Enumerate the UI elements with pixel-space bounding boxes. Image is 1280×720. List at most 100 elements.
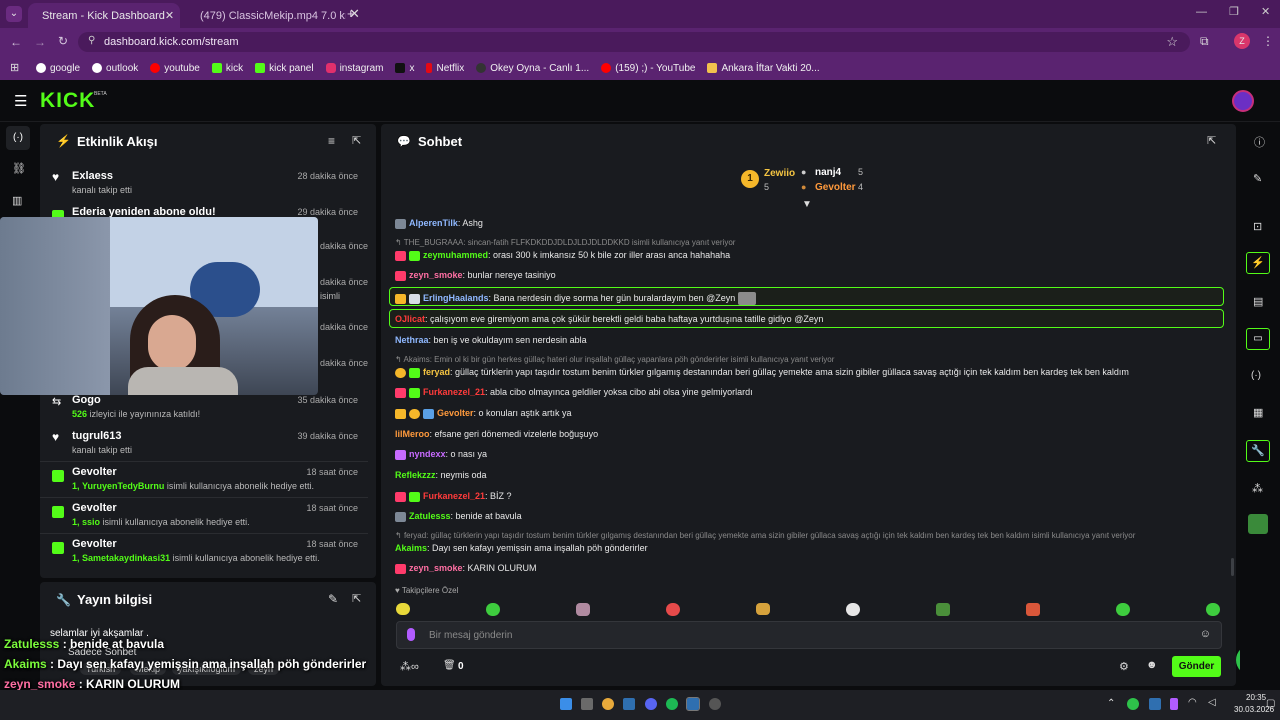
chat-message[interactable]: Akaims: Dayı sen kafayı yemişsin ama inş… [395, 543, 648, 553]
info-icon[interactable]: ⓘ [1254, 134, 1265, 150]
event-row[interactable]: Gevolter 1, ssio isimli kullanıcıya abon… [40, 498, 368, 534]
top-gifter-name[interactable]: Gevolter [815, 182, 856, 193]
bookmark-ankara[interactable]: Ankara İftar Vakti 20... [707, 63, 820, 74]
steam-icon[interactable] [623, 698, 635, 710]
bookmark-instagram[interactable]: instagram [325, 63, 383, 74]
chat-message[interactable]: nyndexx: o nası ya [395, 449, 487, 460]
chat-message[interactable]: AlperenTilk: Ashg [395, 218, 483, 229]
emoji-icon[interactable]: ☺ [1200, 628, 1211, 640]
chat-username[interactable]: zeyn_smoke [409, 270, 463, 280]
add-tab-icon[interactable]: + [347, 6, 355, 21]
chat-username[interactable]: zeymuhammed [423, 250, 488, 260]
reply-context[interactable]: ↰ THE_BUGRAAA: sincan-fatih FLFKDKDDJDLD… [395, 238, 735, 247]
tools-icon[interactable]: 🔧 [1246, 440, 1270, 462]
search-icon[interactable] [581, 698, 593, 710]
emote-icon[interactable] [1206, 603, 1220, 616]
chat-username[interactable]: Nethraa [395, 335, 429, 345]
popout-icon[interactable]: ⇱ [352, 134, 361, 147]
channel-points-icon[interactable]: ⁂∞ [400, 660, 419, 673]
reply-context[interactable]: ↰ Akaims: Emin ol ki bir gün herkes güll… [395, 355, 834, 364]
collapse-arrow-icon[interactable]: ▼ [802, 199, 812, 210]
emote-icon[interactable] [756, 603, 770, 615]
emote-icon[interactable] [936, 603, 950, 616]
chat-panel-icon[interactable]: ▭ [1246, 328, 1270, 350]
notes-icon[interactable]: ▤ [1253, 295, 1263, 308]
chat-message[interactable]: Zatulesss: benide at bavula [395, 511, 522, 522]
emote-icon[interactable] [396, 603, 410, 615]
hamburger-menu-icon[interactable]: ☰ [14, 92, 27, 110]
extensions-icon[interactable]: ⧉ [1200, 34, 1209, 49]
steam-tray-icon[interactable] [1149, 698, 1161, 710]
emote-icon[interactable] [576, 603, 590, 616]
event-row[interactable]: ♥ Exlaess kanalı takip etti 28 dakika ön… [40, 166, 368, 202]
chat-scrollbar[interactable] [1231, 558, 1234, 576]
bookmark-x[interactable]: x [395, 63, 414, 74]
emote-icon[interactable] [666, 603, 680, 616]
emote-icon[interactable] [486, 603, 500, 616]
extension-icon[interactable] [1248, 514, 1268, 534]
lightning-panel-icon[interactable]: ⚡ [1246, 252, 1270, 274]
tab-youtube[interactable]: (479) ClassicMekip.mp4 7.0 kıs... [186, 3, 346, 28]
chat-input-box[interactable]: Bir mesaj gönderin ☺ [396, 621, 1222, 649]
bookmark-google[interactable]: google [36, 63, 80, 74]
site-info-icon[interactable]: ⚲ [88, 35, 95, 46]
send-button[interactable]: Gönder [1172, 656, 1221, 677]
chat-username[interactable]: nyndexx [409, 449, 446, 459]
top-gifter-name[interactable]: nanj4 [815, 167, 841, 178]
chat-username[interactable]: Furkanezel_21 [423, 387, 485, 397]
menu-dots-icon[interactable]: ⋮ [1262, 34, 1274, 48]
url-bar[interactable]: ⚲ dashboard.kick.com/stream ☆ [78, 32, 1190, 52]
mic-icon[interactable] [407, 628, 415, 641]
trash-icon[interactable]: 🗑 [443, 660, 456, 671]
chat-username[interactable]: zeyn_smoke [409, 563, 463, 573]
event-row[interactable]: ⇆ Gogo 526 izleyici ile yayınınıza katıl… [40, 390, 368, 426]
bookmark-netflix[interactable]: Netflix [426, 63, 464, 74]
chat-username[interactable]: Furkanezel_21 [423, 491, 485, 501]
steam-icon[interactable] [686, 697, 700, 711]
forward-icon[interactable]: → [34, 35, 46, 49]
chat-username[interactable]: feryad [423, 367, 450, 377]
chrome-icon[interactable] [602, 698, 614, 710]
tab-kick-dashboard[interactable]: Stream - Kick Dashboard ✕ [28, 3, 180, 28]
layout-icon[interactable]: ▦ [1253, 406, 1263, 419]
chat-message[interactable]: ErlingHaalands: Bana nerdesin diye sorma… [395, 292, 759, 305]
chat-message[interactable]: zeymuhammed: orası 300 k imkansız 50 k b… [395, 250, 730, 261]
event-row[interactable]: Gevolter 1, Sametakaydinkasi31 isimli ku… [40, 534, 368, 570]
filter-icon[interactable]: ≡ [328, 134, 335, 148]
popout-icon[interactable]: ⇱ [352, 592, 361, 605]
event-row[interactable]: Gevolter 1, YuruyenTedyBurnu isimli kull… [40, 462, 368, 498]
kick-logo[interactable]: KICK [40, 89, 95, 113]
window-close-icon[interactable]: ✕ [1261, 5, 1270, 18]
bookmark-okey[interactable]: Okey Oyna - Canlı 1... [476, 63, 589, 74]
chat-message[interactable]: OJlicat: çalışıyom eve giremiyom ama çok… [395, 314, 823, 324]
chat-username[interactable]: Reflekzzz [395, 470, 436, 480]
chat-message[interactable]: Reflekzzz: neymis oda [395, 470, 487, 480]
discord-icon[interactable] [645, 698, 657, 710]
reload-icon[interactable]: ↻ [58, 34, 68, 48]
emote-menu-icon[interactable]: ☻ [1146, 659, 1158, 671]
back-icon[interactable]: ← [10, 35, 22, 49]
spotify-icon[interactable] [666, 698, 678, 710]
share-icon[interactable]: ⁂ [1252, 482, 1263, 495]
emote-icon[interactable] [1026, 603, 1040, 616]
bookmark-youtube[interactable]: youtube [150, 63, 200, 74]
minimize-icon[interactable]: — [1196, 6, 1207, 18]
chat-message[interactable]: lilMeroo: efsane geri dönemedi vizelerle… [395, 429, 598, 439]
notifications-icon[interactable]: ▢ [1266, 698, 1275, 709]
tab-search-icon[interactable]: ⌄ [6, 6, 22, 22]
link-icon[interactable]: ⛓ [12, 162, 26, 175]
bookmark-kick[interactable]: kick [211, 63, 243, 74]
mic-tray-icon[interactable] [1170, 698, 1178, 710]
volume-icon[interactable]: ◁ [1208, 697, 1216, 708]
clock-time[interactable]: 20:35 [1246, 693, 1266, 702]
user-avatar[interactable] [1232, 90, 1254, 112]
chat-username[interactable]: OJlicat [395, 314, 425, 324]
chat-message[interactable]: Furkanezel_21: abla cibo olmayınca geldi… [395, 387, 753, 398]
chat-message[interactable]: zeyn_smoke: bunlar nereye tasiniyo [395, 270, 556, 281]
emote-icon[interactable] [846, 603, 860, 616]
maximize-icon[interactable]: ❐ [1229, 5, 1239, 18]
analytics-icon[interactable]: ▥ [12, 194, 22, 207]
close-tab-icon[interactable]: ✕ [165, 9, 174, 22]
tray-arrow-icon[interactable]: ⌃ [1107, 698, 1115, 709]
chat-username[interactable]: Akaims [395, 543, 427, 553]
